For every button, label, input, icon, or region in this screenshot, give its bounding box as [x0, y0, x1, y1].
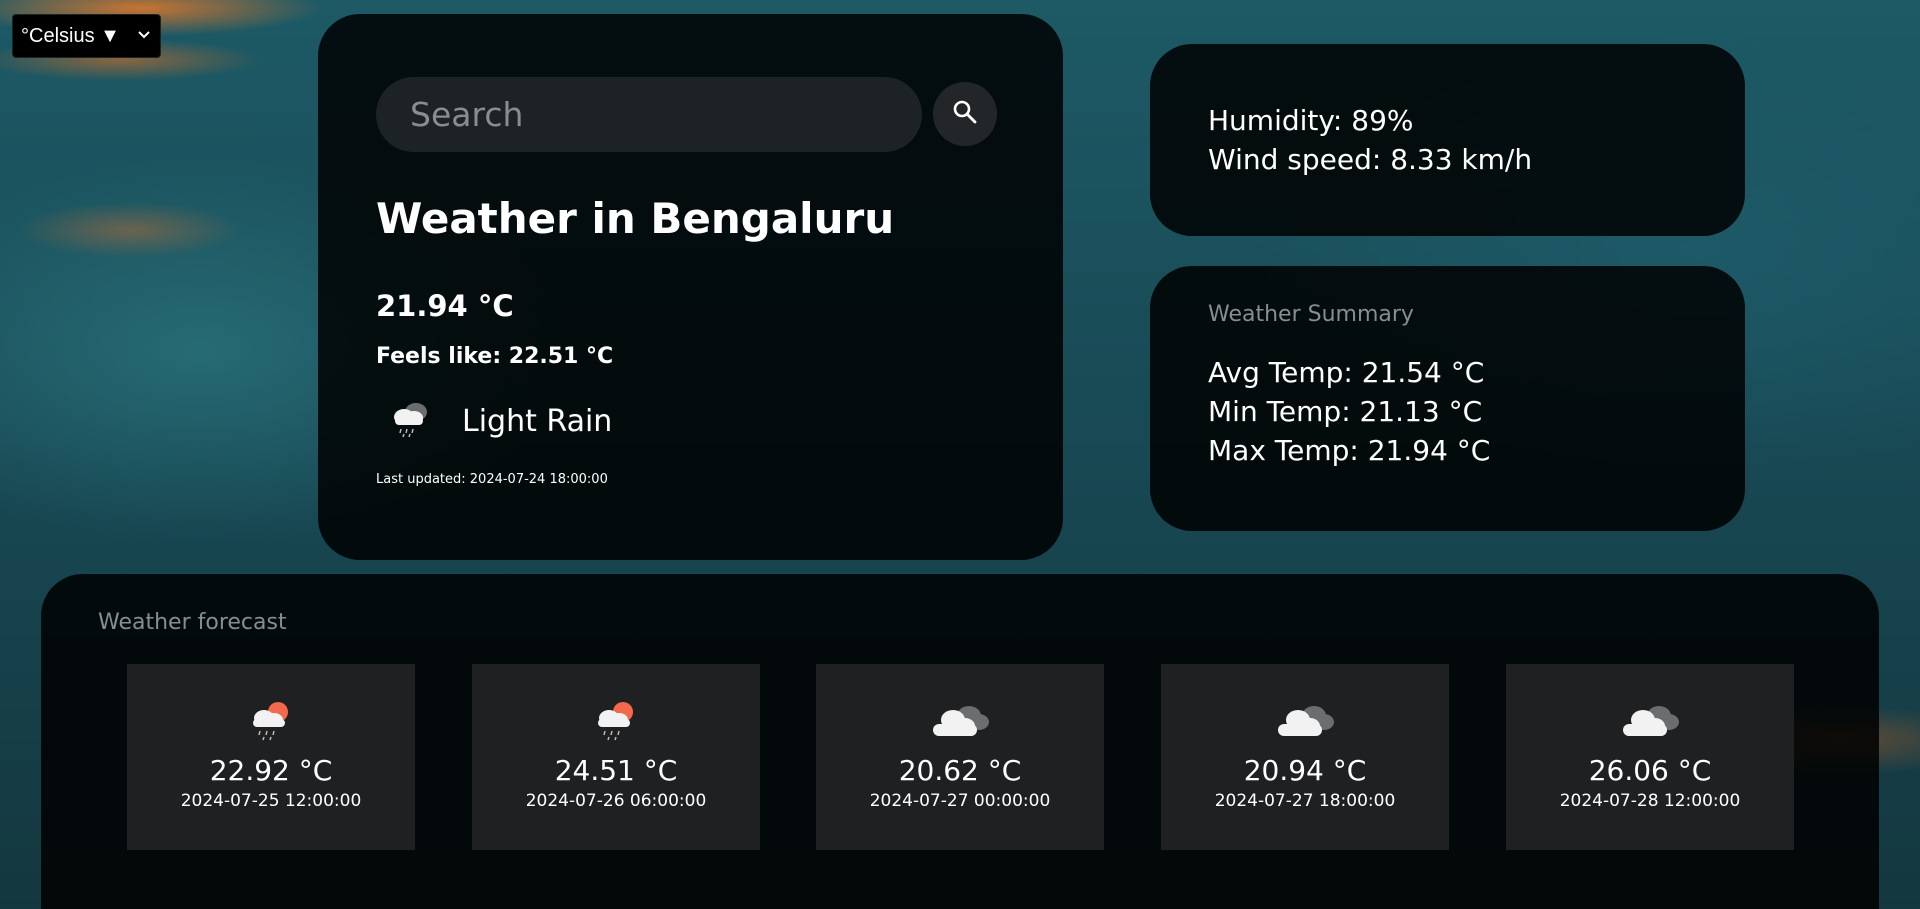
- unit-select-value: °Celsius ▼: [21, 24, 120, 47]
- forecast-temp: 24.51 °C: [554, 754, 678, 787]
- humidity-wind-card: Humidity: 89% Wind speed: 8.33 km/h: [1150, 44, 1745, 236]
- weather-summary-card: Weather Summary Avg Temp: 21.54 °C Min T…: [1150, 266, 1745, 531]
- rain-cloud-icon: [388, 399, 432, 443]
- forecast-panel: Weather forecast 22.92 °C 2024-07-25 12:…: [41, 574, 1879, 909]
- forecast-date: 2024-07-25 12:00:00: [180, 791, 362, 811]
- max-temp: Max Temp: 21.94 °C: [1208, 434, 1491, 467]
- cloud-icon: [1272, 698, 1338, 746]
- forecast-card: 20.62 °C 2024-07-27 00:00:00: [816, 664, 1104, 850]
- forecast-card: 20.94 °C 2024-07-27 18:00:00: [1161, 664, 1449, 850]
- feels-like: Feels like: 22.51 °C: [376, 344, 614, 369]
- min-temp: Min Temp: 21.13 °C: [1208, 395, 1483, 428]
- search-icon: [952, 99, 978, 129]
- unit-select[interactable]: °Celsius ▼: [12, 14, 161, 58]
- humidity: Humidity: 89%: [1208, 104, 1414, 137]
- sun-rain-cloud-icon: [246, 698, 296, 746]
- cloud-icon: [1617, 698, 1683, 746]
- search-button[interactable]: [933, 82, 997, 146]
- forecast-title: Weather forecast: [98, 610, 287, 635]
- forecast-temp: 22.92 °C: [209, 754, 333, 787]
- forecast-card: 22.92 °C 2024-07-25 12:00:00: [127, 664, 415, 850]
- weather-description-text: Light Rain: [462, 403, 613, 439]
- forecast-card: 26.06 °C 2024-07-28 12:00:00: [1506, 664, 1794, 850]
- summary-title: Weather Summary: [1208, 302, 1414, 327]
- forecast-temp: 20.94 °C: [1243, 754, 1367, 787]
- last-updated: Last updated: 2024-07-24 18:00:00: [376, 472, 608, 487]
- chevron-down-icon: [136, 27, 152, 45]
- forecast-temp: 20.62 °C: [898, 754, 1022, 787]
- current-weather-card: Weather in Bengaluru 21.94 °C Feels like…: [318, 14, 1063, 560]
- forecast-date: 2024-07-27 00:00:00: [869, 791, 1051, 811]
- current-temperature: 21.94 °C: [376, 289, 514, 323]
- cloud-icon: [927, 698, 993, 746]
- search-input[interactable]: [376, 77, 922, 152]
- sun-rain-cloud-icon: [591, 698, 641, 746]
- forecast-temp: 26.06 °C: [1588, 754, 1712, 787]
- forecast-date: 2024-07-26 06:00:00: [525, 791, 707, 811]
- avg-temp: Avg Temp: 21.54 °C: [1208, 356, 1485, 389]
- wind-speed: Wind speed: 8.33 km/h: [1208, 143, 1533, 176]
- forecast-date: 2024-07-27 18:00:00: [1214, 791, 1396, 811]
- city-title: Weather in Bengaluru: [376, 194, 895, 243]
- forecast-card: 24.51 °C 2024-07-26 06:00:00: [472, 664, 760, 850]
- weather-description: Light Rain: [388, 399, 612, 443]
- forecast-date: 2024-07-28 12:00:00: [1559, 791, 1741, 811]
